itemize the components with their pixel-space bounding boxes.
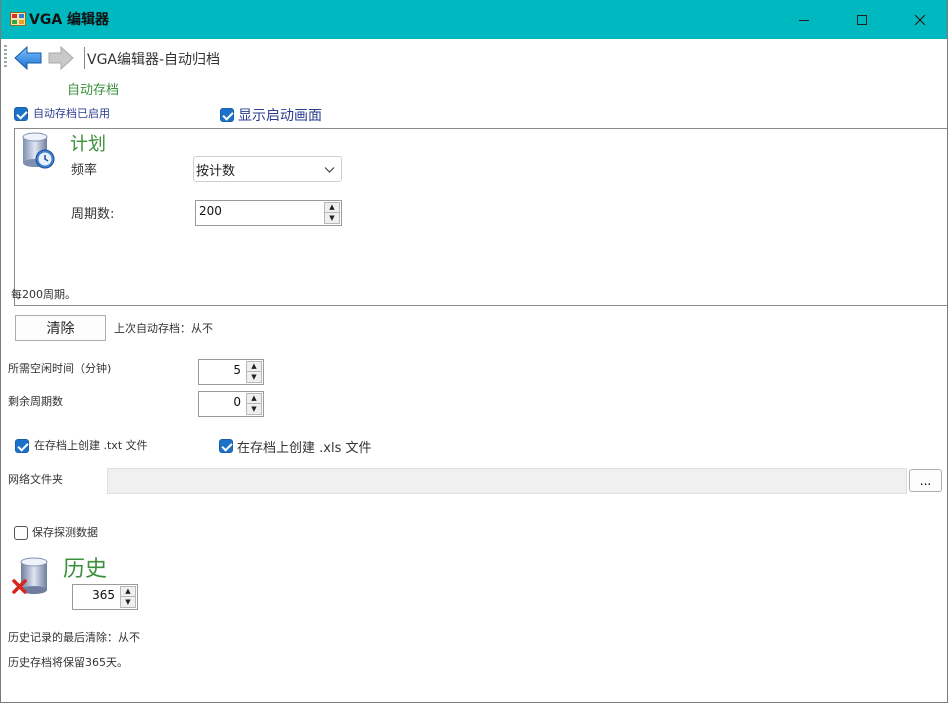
- spin-up-icon[interactable]: ▲: [325, 203, 339, 213]
- autosave-enabled-checkbox[interactable]: [14, 107, 28, 121]
- browse-button[interactable]: ...: [909, 469, 942, 492]
- remaining-cycles-label: 剩余周期数: [8, 395, 63, 408]
- toolbar-grip[interactable]: [4, 45, 7, 69]
- close-button[interactable]: [891, 0, 947, 39]
- frequency-label: 频率: [71, 163, 98, 178]
- create-xls-checkbox[interactable]: [219, 439, 233, 453]
- network-folder-input[interactable]: [107, 468, 907, 494]
- title-bar: VGA 编辑器: [1, 0, 947, 39]
- history-retention-text: 历史存档将保留365天。: [8, 656, 128, 669]
- spin-down-icon[interactable]: ▼: [247, 404, 261, 414]
- network-folder-label: 网络文件夹: [8, 473, 63, 486]
- history-days-value: 365: [92, 588, 115, 602]
- history-last-clear-text: 历史记录的最后清除：从不: [8, 631, 140, 644]
- close-icon: [914, 14, 926, 25]
- clear-button[interactable]: 清除: [15, 315, 106, 341]
- save-probe-data-checkbox[interactable]: [14, 526, 28, 540]
- maximize-button[interactable]: [833, 0, 891, 39]
- vga-editor-window: VGA 编辑器 VGA编辑器-自动归档 自动存档 自动存档已启用 显示启动画面 …: [0, 0, 948, 703]
- create-xls-label: 在存档上创建 .xls 文件: [237, 441, 372, 456]
- last-autosave-text: 上次自动存档：从不: [114, 322, 213, 335]
- idle-time-stepper-arrows[interactable]: ▲ ▼: [246, 361, 262, 383]
- cycles-stepper[interactable]: 200 ▲ ▼: [195, 200, 342, 226]
- schedule-group: [14, 128, 947, 306]
- schedule-title: 计划: [70, 134, 106, 155]
- database-clock-icon: [22, 132, 55, 169]
- create-txt-checkbox[interactable]: [15, 439, 29, 453]
- idle-time-value: 5: [233, 363, 241, 377]
- minimize-button[interactable]: [775, 0, 833, 39]
- cycles-label: 周期数:: [71, 207, 115, 222]
- frequency-value: 按计数: [196, 164, 236, 179]
- spin-up-icon[interactable]: ▲: [247, 362, 261, 372]
- create-txt-label: 在存档上创建 .txt 文件: [34, 439, 148, 452]
- cycles-value: 200: [199, 204, 222, 218]
- database-delete-icon: [12, 557, 48, 594]
- history-days-stepper[interactable]: 365 ▲ ▼: [72, 584, 138, 610]
- back-arrow-icon[interactable]: [13, 45, 43, 71]
- minimize-icon: [799, 19, 809, 21]
- idle-time-stepper[interactable]: 5 ▲ ▼: [198, 359, 264, 385]
- cycles-stepper-arrows[interactable]: ▲ ▼: [324, 202, 340, 224]
- remaining-cycles-stepper[interactable]: 0 ▲ ▼: [198, 391, 264, 417]
- spin-down-icon[interactable]: ▼: [121, 597, 135, 607]
- forward-arrow-icon[interactable]: [47, 45, 75, 71]
- frequency-dropdown[interactable]: 按计数: [193, 156, 342, 182]
- spin-up-icon[interactable]: ▲: [121, 587, 135, 597]
- save-probe-data-label: 保存探测数据: [32, 526, 98, 539]
- nav-separator: [84, 47, 85, 69]
- spin-down-icon[interactable]: ▼: [247, 372, 261, 382]
- history-days-stepper-arrows[interactable]: ▲ ▼: [120, 586, 136, 608]
- history-title: 历史: [63, 557, 108, 582]
- window-title: VGA 编辑器: [29, 12, 110, 28]
- navigation-bar: VGA编辑器-自动归档: [1, 39, 947, 77]
- show-splash-label: 显示启动画面: [238, 108, 322, 124]
- schedule-summary: 每200周期。: [11, 288, 76, 301]
- idle-time-label: 所需空闲时间（分钟): [8, 362, 112, 375]
- app-icon: [10, 12, 26, 26]
- remaining-cycles-stepper-arrows[interactable]: ▲ ▼: [246, 393, 262, 415]
- spin-up-icon[interactable]: ▲: [247, 394, 261, 404]
- remaining-cycles-value: 0: [233, 395, 241, 409]
- spin-down-icon[interactable]: ▼: [325, 213, 339, 223]
- breadcrumb: VGA编辑器-自动归档: [87, 52, 221, 68]
- maximize-icon: [857, 14, 867, 25]
- chevron-down-icon: [324, 167, 335, 173]
- autosave-enabled-label: 自动存档已启用: [33, 107, 110, 120]
- show-splash-checkbox[interactable]: [220, 108, 234, 122]
- autosave-section-title: 自动存档: [67, 83, 120, 98]
